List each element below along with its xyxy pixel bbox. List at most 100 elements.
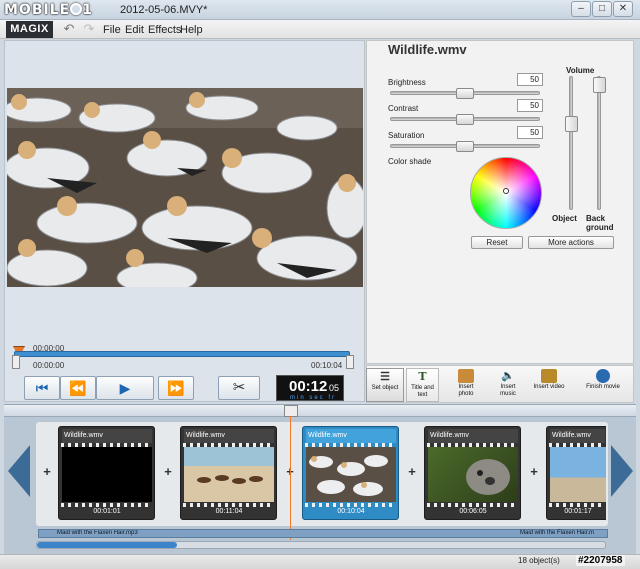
magix-logo: MAGIX bbox=[6, 21, 53, 38]
set-object-label: Set object bbox=[371, 385, 399, 391]
volume-label: Volume bbox=[566, 66, 595, 75]
fast-forward-icon: ⏩ bbox=[167, 380, 185, 396]
timeline-clip[interactable]: Wildlife.wmv 00:06:05 bbox=[424, 426, 521, 520]
clip-duration: 00:10:04 bbox=[337, 508, 365, 515]
clip-name: Wildlife.wmv bbox=[184, 429, 274, 443]
go-to-start-button[interactable]: ⏮ bbox=[24, 376, 60, 400]
clip-thumbnail bbox=[428, 447, 518, 502]
clip-thumbnail bbox=[306, 447, 396, 502]
menu-bar bbox=[0, 20, 640, 39]
play-button[interactable]: ▶ bbox=[96, 376, 154, 400]
timecode-display: 00:12 05 min sec fr bbox=[276, 375, 344, 401]
minimize-button[interactable]: – bbox=[571, 1, 591, 17]
insert-video-button[interactable]: Insert video bbox=[530, 368, 568, 402]
brightness-value[interactable]: 50 bbox=[517, 73, 543, 86]
saturation-thumb[interactable] bbox=[456, 141, 474, 152]
scrub-bar[interactable] bbox=[14, 351, 350, 357]
playhead-handle[interactable] bbox=[284, 405, 298, 417]
object-volume-label: Object bbox=[552, 214, 577, 223]
menu-help[interactable]: Help bbox=[180, 24, 203, 36]
video-preview[interactable] bbox=[7, 88, 363, 287]
close-button[interactable]: ✕ bbox=[613, 1, 633, 17]
timecode-frames: 05 bbox=[329, 383, 340, 393]
rewind-button[interactable]: ⏪ bbox=[60, 376, 96, 400]
object-count: 18 object(s) bbox=[518, 556, 560, 565]
timeline-clip[interactable]: Wildlife.wmv 00:01:17 bbox=[546, 426, 606, 520]
scrub-in-handle[interactable] bbox=[12, 355, 20, 369]
scrub-start-time: 00:00:00 bbox=[33, 361, 65, 370]
timeline-clip[interactable]: Wildlife.wmv 00:01:01 bbox=[58, 426, 155, 520]
background-volume-label-line1: Back bbox=[586, 214, 606, 223]
more-actions-button[interactable]: More actions bbox=[528, 236, 614, 249]
object-volume-thumb[interactable] bbox=[565, 116, 578, 132]
clip-thumbnail bbox=[184, 447, 274, 502]
insert-plus-icon[interactable]: + bbox=[40, 465, 54, 479]
title-text-label-1: Title and bbox=[411, 385, 434, 391]
insert-plus-icon[interactable]: + bbox=[527, 465, 541, 479]
contrast-thumb[interactable] bbox=[456, 114, 474, 125]
clip-duration: 00:01:17 bbox=[564, 508, 592, 515]
undo-icon[interactable]: ↶ bbox=[62, 22, 76, 36]
insert-music-button[interactable]: 🔈 Insert music bbox=[488, 368, 528, 402]
background-volume-slider[interactable] bbox=[597, 76, 601, 210]
play-icon: ▶ bbox=[119, 380, 131, 396]
object-volume-slider[interactable] bbox=[569, 76, 573, 210]
window-title: 2012-05-06.MVY* bbox=[120, 4, 208, 16]
timeline-clip[interactable]: Wildlife.wmv 00:11:04 bbox=[180, 426, 277, 520]
timeline-ruler[interactable] bbox=[4, 405, 636, 417]
menu-file[interactable]: File bbox=[103, 24, 121, 36]
brightness-label: Brightness bbox=[388, 78, 426, 87]
timecode-main: 00:12 bbox=[289, 378, 328, 395]
gannet-colony-image bbox=[7, 88, 363, 287]
redo-icon[interactable]: ↷ bbox=[82, 22, 96, 36]
maximize-button[interactable]: □ bbox=[592, 1, 612, 17]
skip-start-icon: ⏮ bbox=[35, 380, 49, 396]
insert-music-label-1: Insert bbox=[500, 384, 516, 390]
clip-thumbnail bbox=[62, 447, 152, 502]
audio-track-label-2: Maid with the Flaxen Hair.m bbox=[520, 530, 595, 536]
watermark-logo: MOBILE 1 bbox=[4, 2, 93, 18]
horses-image bbox=[197, 475, 263, 484]
clip-name: Wildlife.wmv bbox=[428, 429, 518, 443]
fast-forward-button[interactable]: ⏩ bbox=[158, 376, 194, 400]
watermark-code: #2207958 bbox=[576, 555, 625, 566]
insert-plus-icon[interactable]: + bbox=[161, 465, 175, 479]
timecode-units: min sec fr bbox=[290, 395, 337, 401]
title-text-label-2: text bbox=[417, 392, 428, 398]
reset-button[interactable]: Reset bbox=[471, 236, 523, 249]
sliders-icon: ☰ bbox=[380, 371, 390, 383]
audio-track-label: Maid with the Flaxen Hair.mp3 bbox=[57, 530, 138, 536]
clip-duration: 00:01:01 bbox=[93, 508, 121, 515]
timeline-scrollbar-thumb[interactable] bbox=[37, 542, 177, 548]
text-t-icon: T bbox=[418, 370, 427, 383]
timeline-clip-selected[interactable]: Wildlife.wmv 00:10:04 bbox=[302, 426, 399, 520]
set-object-button[interactable]: ☰ Set object bbox=[366, 368, 404, 402]
insert-photo-button[interactable]: Insert photo bbox=[446, 368, 486, 402]
scrub-out-handle[interactable] bbox=[346, 355, 354, 369]
menu-edit[interactable]: Edit bbox=[125, 24, 144, 36]
finish-movie-label: Finish movie bbox=[586, 384, 620, 390]
insert-photo-label-2: photo bbox=[458, 391, 474, 397]
clip-title: Wildlife.wmv bbox=[388, 42, 467, 57]
saturation-value[interactable]: 50 bbox=[517, 126, 543, 139]
brightness-thumb[interactable] bbox=[456, 88, 474, 99]
insert-plus-icon[interactable]: + bbox=[405, 465, 419, 479]
gannets-thumbnail-image bbox=[309, 455, 388, 496]
globe-icon bbox=[596, 369, 610, 383]
scrub-end-time: 00:10:04 bbox=[311, 361, 343, 370]
menu-effects[interactable]: Effects bbox=[148, 24, 181, 36]
playhead-line bbox=[290, 416, 291, 540]
finish-movie-button[interactable]: Finish movie bbox=[584, 368, 622, 402]
cut-button[interactable]: ✂ bbox=[218, 376, 260, 400]
contrast-label: Contrast bbox=[388, 104, 419, 113]
title-text-button[interactable]: T Title and text bbox=[406, 368, 439, 402]
background-volume-thumb[interactable] bbox=[593, 77, 606, 93]
speaker-icon: 🔈 bbox=[501, 370, 515, 382]
rewind-icon: ⏪ bbox=[69, 380, 87, 396]
koala-image bbox=[466, 459, 510, 495]
contrast-value[interactable]: 50 bbox=[517, 99, 543, 112]
insert-music-label-2: music bbox=[500, 391, 516, 397]
title-bar bbox=[0, 0, 640, 20]
color-shade-picker[interactable] bbox=[503, 188, 509, 194]
color-shade-label: Color shade bbox=[388, 157, 432, 166]
